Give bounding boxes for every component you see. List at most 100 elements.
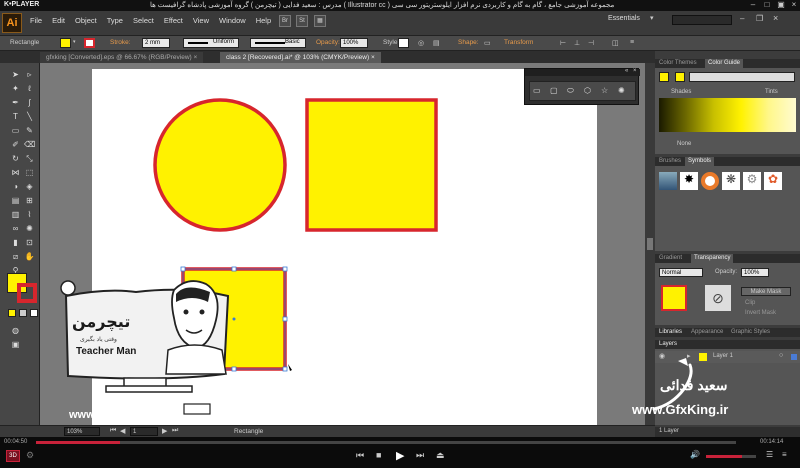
opacity-field[interactable]: 100% [340, 38, 368, 48]
pen-tool-icon[interactable]: ✒ [10, 97, 21, 108]
tab-symbols[interactable]: Symbols [685, 157, 715, 166]
blend-mode-select[interactable]: Normal [659, 268, 703, 277]
menu-window[interactable]: Window [219, 16, 246, 25]
type-tool-icon[interactable]: T [10, 111, 21, 122]
screen-mode-icon[interactable]: ▣ [10, 339, 21, 350]
recolor-icon[interactable]: ◎ [418, 39, 424, 47]
chevron-down-icon[interactable]: ▾ [73, 39, 76, 45]
last-artboard-icon[interactable]: ⏭ [172, 427, 178, 435]
scale-tool-icon[interactable]: ⤡ [24, 153, 35, 164]
previous-artboard-icon[interactable]: ◀ [120, 427, 125, 435]
stroke-color-icon[interactable] [17, 283, 37, 303]
none-mode-icon[interactable] [30, 309, 38, 317]
next-icon[interactable]: ⏭ [416, 450, 424, 461]
gradient-mode-icon[interactable] [19, 309, 27, 317]
yellow-square[interactable] [305, 98, 438, 232]
layer-name[interactable]: Layer 1 [713, 353, 733, 359]
transform-label[interactable]: Transform [504, 39, 533, 46]
workspace-switcher[interactable]: Essentials [608, 15, 640, 22]
flare-shape-icon[interactable]: ✺ [618, 86, 625, 95]
curvature-tool-icon[interactable]: ∫ [24, 97, 35, 108]
mask-placeholder-icon[interactable]: ⊘ [705, 285, 731, 311]
column-graph-tool-icon[interactable]: ▮ [10, 237, 21, 248]
previous-icon[interactable]: ⏮ [356, 450, 364, 461]
menu-edit[interactable]: Edit [52, 16, 65, 25]
selection-indicator[interactable] [791, 354, 797, 360]
width-tool-icon[interactable]: ⋈ [10, 167, 21, 178]
fill-swatch[interactable] [60, 38, 71, 48]
menu-type[interactable]: Type [107, 16, 123, 25]
close-icon[interactable]: × [633, 68, 637, 74]
color-mode-icon[interactable] [8, 309, 16, 317]
stroke-swatch[interactable] [84, 38, 95, 48]
blend-tool-icon[interactable]: ∞ [10, 223, 21, 234]
tab-color-themes[interactable]: Color Themes [659, 59, 697, 68]
arrange-documents-icon[interactable]: ▦ [314, 15, 326, 27]
tab-appearance[interactable]: Appearance [691, 328, 723, 337]
settings-icon[interactable]: ⚙ [26, 450, 34, 461]
clip-checkbox[interactable]: Clip [745, 300, 755, 306]
harmony-rules[interactable] [689, 72, 795, 82]
symbol-blue-bars[interactable] [659, 172, 677, 190]
harmony-swatch[interactable] [675, 72, 685, 82]
draw-mode-icon[interactable]: ◍ [10, 325, 21, 336]
seek-bar[interactable] [36, 441, 736, 444]
chevron-down-icon[interactable]: ▾ [650, 14, 654, 22]
stroke-weight-field[interactable]: 2 mm [142, 38, 170, 48]
symbol-orange-circle[interactable] [701, 172, 719, 190]
zoom-field[interactable]: 103% [64, 427, 100, 436]
playlist-icon[interactable]: ☰ [766, 450, 773, 459]
tab-gradient[interactable]: Gradient [659, 254, 682, 263]
stock-button[interactable]: St [296, 15, 308, 27]
menu-help[interactable]: Help [256, 16, 271, 25]
artboard-tool-icon[interactable]: ⊡ [24, 237, 35, 248]
shape-icon[interactable]: ▭ [484, 39, 491, 47]
align-right-icon[interactable]: ⊣ [588, 39, 594, 47]
star-shape-icon[interactable]: ☆ [601, 86, 608, 95]
magic-wand-icon[interactable]: ✦ [10, 83, 21, 94]
tab-brushes[interactable]: Brushes [659, 157, 681, 166]
close-icon[interactable]: × [371, 54, 375, 61]
ai-restore-icon[interactable]: ❐ [756, 14, 763, 23]
stroke-label[interactable]: Stroke: [110, 39, 131, 46]
shape-builder-tool-icon[interactable]: ◑ [10, 181, 21, 192]
symbol-sprayer-icon[interactable]: ✺ [24, 223, 35, 234]
fullscreen-icon[interactable]: ▣ [776, 0, 786, 10]
menu-view[interactable]: View [193, 16, 209, 25]
play-icon[interactable]: ▶ [396, 449, 404, 462]
next-artboard-icon[interactable]: ▶ [162, 427, 167, 435]
symbol-splatter[interactable]: ✸ [680, 172, 698, 190]
eject-icon[interactable]: ⏏ [436, 450, 445, 461]
eraser-tool-icon[interactable]: ⌫ [24, 139, 35, 150]
align-icon[interactable]: ▤ [433, 39, 440, 47]
3d-button[interactable]: 3D [6, 450, 20, 462]
tab-transparency[interactable]: Transparency [691, 254, 734, 263]
volume-icon[interactable]: 🔊 [690, 450, 700, 459]
graphic-style-swatch[interactable] [398, 38, 409, 48]
ai-minimize-icon[interactable]: – [740, 14, 744, 23]
close-icon[interactable]: × [789, 0, 799, 10]
tab-gfxking[interactable]: gfxking [Converted].eps @ 66.67% (RGB/Pr… [40, 52, 204, 63]
mesh-tool-icon[interactable]: ⊞ [24, 195, 35, 206]
opacity-label[interactable]: Opacity: [316, 39, 340, 46]
artboard-field[interactable]: 1 [130, 427, 158, 436]
eyedropper-tool-icon[interactable]: ⌇ [24, 209, 35, 220]
brush-definition[interactable]: Basic [250, 38, 306, 48]
panel-title-bar[interactable] [525, 69, 640, 76]
tab-color-guide[interactable]: Color Guide [705, 59, 744, 68]
stop-icon[interactable]: ■ [376, 450, 381, 460]
slice-tool-icon[interactable]: ⧄ [10, 251, 21, 262]
rectangle-tool-icon[interactable]: ▭ [10, 125, 21, 136]
align-left-icon[interactable]: ⊢ [560, 39, 566, 47]
isolate-icon[interactable]: ◫ [612, 39, 619, 47]
rectangle-shape-icon[interactable]: ▭ [533, 86, 541, 95]
symbol-gear[interactable]: ⚙ [743, 172, 761, 190]
tab-libraries[interactable]: Libraries [659, 328, 682, 337]
rotate-tool-icon[interactable]: ↻ [10, 153, 21, 164]
bridge-button[interactable]: Br [279, 15, 291, 27]
align-center-icon[interactable]: ⊥ [574, 39, 580, 47]
rounded-rectangle-icon[interactable]: ▢ [550, 86, 558, 95]
panel-menu-icon[interactable]: ≡ [630, 39, 634, 46]
perspective-grid-icon[interactable]: ▤ [10, 195, 21, 206]
collapse-icon[interactable]: « [625, 68, 628, 74]
